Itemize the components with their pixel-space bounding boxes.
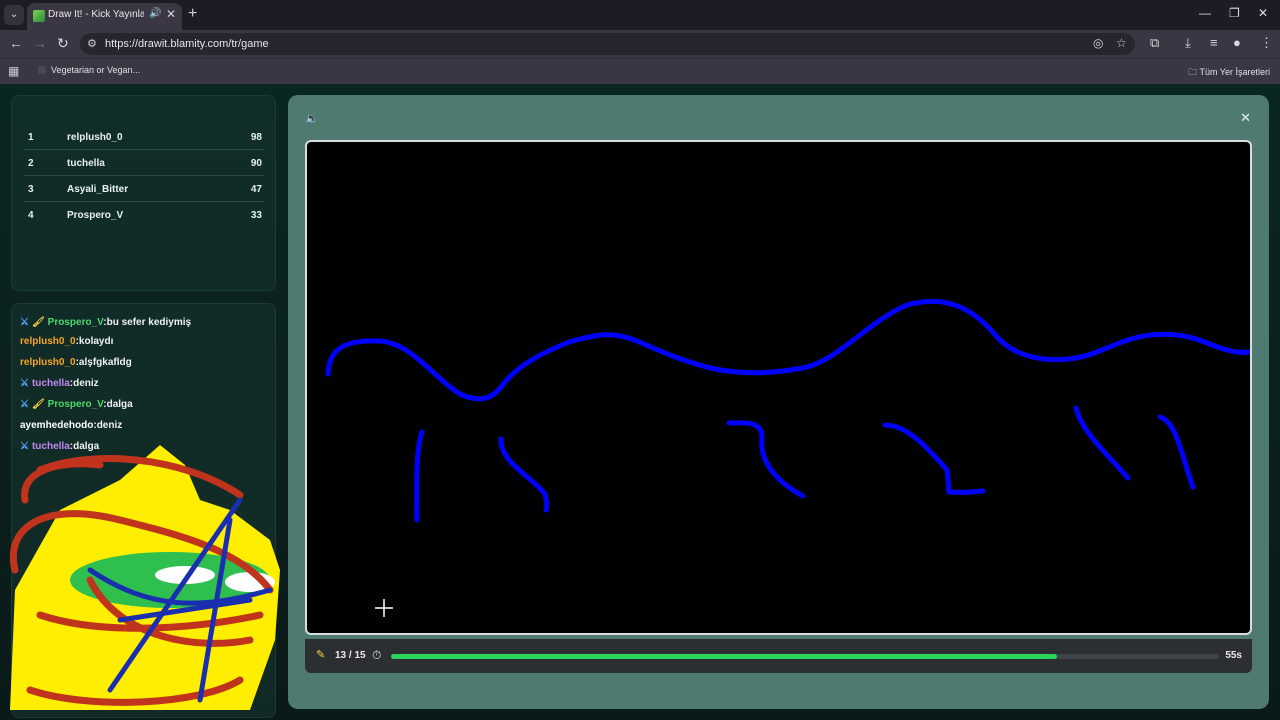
time-progress-fill [391, 654, 1057, 659]
drawing-canvas[interactable] [305, 140, 1252, 635]
rank: 1 [28, 132, 34, 143]
apps-grid-icon[interactable]: ▦ [8, 64, 19, 78]
leg-stroke [726, 420, 806, 499]
chat-username: relplush0_0 [20, 357, 76, 368]
chat-username: Prospero_V [47, 399, 104, 410]
leg-stroke [882, 422, 986, 495]
chat-text: :dalga [103, 399, 133, 410]
url-text[interactable]: https://drawit.blamity.com/tr/game [105, 38, 269, 50]
brush-badge-icon: 🖌 [31, 317, 45, 328]
all-bookmarks-label: Tüm Yer İşaretleri [1199, 67, 1270, 77]
drawing-modal: 🔈 ✕ ✎ 13 / 15 ⏱ 55s [288, 95, 1269, 709]
bookmark-favicon-icon [38, 66, 46, 74]
bookmark-item[interactable]: Vegetarian or Vegan... [38, 65, 140, 75]
active-tab[interactable]: Draw It! - Kick Yayınları İçin 🔊 ✕ [27, 3, 182, 30]
rank: 3 [28, 184, 34, 195]
tab-title: Draw It! - Kick Yayınları İçin [48, 9, 144, 20]
time-progress-bar [391, 654, 1219, 659]
tab-search-button[interactable]: ⌄ [4, 5, 24, 25]
leg-stroke [1073, 405, 1131, 481]
new-tab-button[interactable]: + [188, 5, 197, 23]
bookmark-label: Vegetarian or Vegan... [51, 65, 141, 75]
navigation-bar: ← → ↻ ⚙ https://drawit.blamity.com/tr/ga… [0, 30, 1280, 58]
profile-avatar-icon[interactable]: ● [1233, 35, 1241, 50]
leg-stroke [414, 429, 425, 523]
crosshair-cursor-icon [375, 599, 393, 617]
chat-username: ayemhedehodo [20, 420, 94, 431]
chat-text: :deniz [69, 378, 99, 389]
chat-username: Prospero_V [47, 317, 104, 328]
player-name: tuchella [67, 158, 105, 169]
pencil-icon: ✎ [316, 649, 326, 661]
chat-message: ⚔ 🖌 Prospero_V:dalga [20, 399, 133, 410]
close-icon[interactable]: ✕ [1240, 110, 1251, 126]
chat-username: tuchella [31, 378, 70, 389]
sword-badge-icon: ⚔ [20, 378, 29, 389]
player-name: relplush0_0 [67, 132, 123, 143]
chat-message: relplush0_0:alşfgkafldg [20, 357, 132, 368]
bookmark-star-icon[interactable]: ☆ [1116, 36, 1127, 50]
player-score: 90 [250, 158, 262, 169]
tab-audio-icon[interactable]: 🔊 [149, 8, 161, 19]
eye-off-icon[interactable]: ◎ [1093, 36, 1103, 50]
download-icon[interactable]: ⤓ [1185, 35, 1191, 51]
sword-badge-icon: ⚔ [20, 317, 29, 328]
chat-text: :kolaydı [75, 336, 114, 347]
game-status-bar: ✎ 13 / 15 ⏱ 55s [305, 639, 1252, 673]
chat-text: :bu sefer kediymiş [103, 317, 192, 328]
time-left: 55s [1225, 650, 1242, 661]
player-name: Asyali_Bitter [67, 184, 129, 195]
player-score: 98 [250, 132, 262, 143]
chat-message: relplush0_0:kolaydı [20, 336, 113, 347]
leg-stroke [498, 436, 550, 513]
reading-list-icon[interactable]: ≡ [1210, 35, 1218, 50]
address-bar[interactable]: ⚙ https://drawit.blamity.com/tr/game ◎ ☆ [80, 33, 1135, 55]
chat-text: :deniz [93, 420, 123, 431]
leaderboard-row: 2 tuchella 90 [24, 150, 264, 176]
brush-badge-icon: 🖌 [31, 399, 45, 410]
chat-message: ⚔ 🖌 Prospero_V:bu sefer kediymiş [20, 317, 191, 328]
reload-icon[interactable]: ↻ [57, 35, 69, 52]
leaderboard-row: 1 relplush0_0 98 [24, 124, 264, 150]
all-bookmarks[interactable]: 🗀 Tüm Yer İşaretleri [1188, 65, 1270, 81]
chat-message: ayemhedehodo:deniz [20, 420, 122, 431]
site-info-icon[interactable]: ⚙ [87, 37, 97, 50]
bookmarks-bar: ▦ Vegetarian or Vegan... 🗀 Tüm Yer İşare… [0, 58, 1280, 84]
forward-icon[interactable]: → [33, 35, 47, 51]
menu-kebab-icon[interactable]: ⋮ [1260, 35, 1273, 51]
player-name: Prospero_V [67, 210, 124, 221]
stopwatch-icon: ⏱ [372, 648, 382, 662]
round-counter: 13 / 15 [335, 650, 366, 661]
sword-badge-icon: ⚔ [20, 399, 29, 410]
tab-strip: ⌄ Draw It! - Kick Yayınları İçin 🔊 ✕ + —… [0, 0, 1280, 30]
leaderboard-row: 4 Prospero_V 33 [24, 202, 264, 228]
stream-overlay-sticker [9, 445, 280, 710]
rank: 2 [28, 158, 34, 169]
restore-icon[interactable]: ❐ [1229, 6, 1240, 20]
rank: 4 [28, 210, 34, 221]
tab-close-icon[interactable]: ✕ [166, 7, 176, 21]
leaderboard-panel: 1 relplush0_0 98 2 tuchella 90 3 Asyali_… [11, 95, 276, 291]
minimize-icon[interactable]: — [1199, 6, 1211, 20]
leg-stroke [1157, 414, 1196, 490]
player-score: 33 [250, 210, 262, 221]
speaker-icon[interactable]: 🔈 [305, 112, 319, 125]
chat-username: relplush0_0 [20, 336, 76, 347]
chat-text: :alşfgkafldg [75, 357, 132, 368]
back-icon[interactable]: ← [9, 35, 23, 51]
folder-icon: 🗀 [1188, 67, 1200, 77]
player-score: 47 [250, 184, 262, 195]
browser-chrome: ⌄ Draw It! - Kick Yayınları İçin 🔊 ✕ + —… [0, 0, 1280, 84]
extensions-icon[interactable]: ⧉ [1150, 35, 1159, 51]
wave-stroke [325, 298, 1250, 402]
canvas-strokes [325, 298, 1250, 617]
window-close-icon[interactable]: ✕ [1258, 6, 1268, 20]
drawit-favicon-icon [33, 10, 45, 22]
leaderboard-row: 3 Asyali_Bitter 47 [24, 176, 264, 202]
chat-message: ⚔ tuchella:deniz [20, 378, 99, 389]
